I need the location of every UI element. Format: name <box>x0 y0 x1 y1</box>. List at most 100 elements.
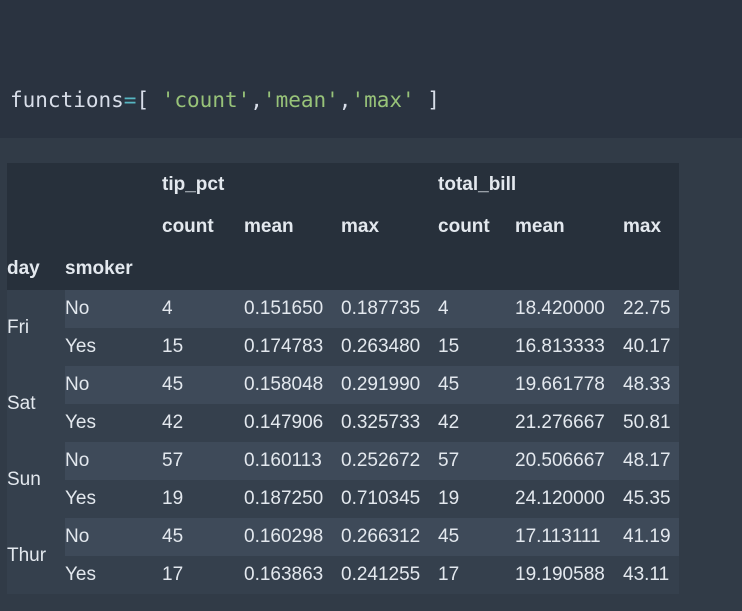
table-cell: 0.710345 <box>334 480 432 518</box>
table-cell: 57 <box>431 442 509 480</box>
table-cell: 19.190588 <box>508 556 617 594</box>
header-blank <box>65 163 160 206</box>
table-cell: 48.33 <box>616 366 680 404</box>
table-cell: 45 <box>160 366 237 404</box>
table-cell: 0.241255 <box>334 556 432 594</box>
code-token: , <box>338 88 352 112</box>
table-cell: 40.17 <box>616 328 680 366</box>
header-group-tip-pct: tip_pct <box>160 163 432 206</box>
table-cell: 57 <box>160 442 237 480</box>
table-cell: 0.151650 <box>237 290 334 328</box>
index-day-cell: Fri <box>7 290 65 366</box>
table-cell: 0.160113 <box>237 442 334 480</box>
table-cell: 0.163863 <box>237 556 334 594</box>
index-name-smoker: smoker <box>65 248 160 290</box>
table-cell: 0.160298 <box>237 518 334 556</box>
index-smoker-cell: Yes <box>65 328 160 366</box>
table-cell: 24.120000 <box>508 480 617 518</box>
table-cell: 16.813333 <box>508 328 617 366</box>
code-token: = <box>123 88 137 112</box>
table-row: Yes 42 0.147906 0.325733 42 21.276667 50.81 <box>7 404 680 442</box>
index-smoker-cell: Yes <box>65 556 160 594</box>
table-cell: 45 <box>431 518 509 556</box>
table-cell: 22.75 <box>616 290 680 328</box>
table-cell: 4 <box>160 290 237 328</box>
table-cell: 45.35 <box>616 480 680 518</box>
table-cell: 15 <box>431 328 509 366</box>
header-blank <box>160 248 237 290</box>
table-cell: 0.263480 <box>334 328 432 366</box>
code-line-1: functions=[ 'count','mean','max' ] <box>10 82 742 118</box>
table-cell: 19.661778 <box>508 366 617 404</box>
header-blank <box>508 248 617 290</box>
table-cell: 50.81 <box>616 404 680 442</box>
code-token: [ <box>136 88 162 112</box>
code-token: , <box>250 88 263 112</box>
table-row: Sat No 45 0.158048 0.291990 45 19.661778 48.33 <box>7 366 680 442</box>
table-cell: 0.174783 <box>237 328 334 366</box>
index-smoker-cell: No <box>65 518 160 556</box>
header-blank <box>237 248 334 290</box>
table-cell: 0.252672 <box>334 442 432 480</box>
table-cell: 0.158048 <box>237 366 334 404</box>
code-token: ] <box>414 88 440 112</box>
table-cell: 45 <box>160 518 237 556</box>
table-cell: 15 <box>160 328 237 366</box>
table-cell: 19 <box>431 480 509 518</box>
header-blank <box>616 248 680 290</box>
table-cell: 18.420000 <box>508 290 617 328</box>
dataframe-body: Fri No 4 0.151650 0.187735 4 18.420000 22.75 Yes… <box>7 290 680 594</box>
code-cell[interactable]: functions=[ 'count','mean','max' ] resul… <box>0 0 742 328</box>
table-row: Fri No 4 0.151650 0.187735 4 18.420000 22.75 <box>7 290 680 366</box>
table-row: Sun No 57 0.160113 0.252672 57 20.506667 48.17 <box>7 442 680 518</box>
table-cell: 17.113111 <box>508 518 617 556</box>
table-cell: 43.11 <box>616 556 680 594</box>
header-blank <box>334 248 432 290</box>
index-smoker-cell: No <box>65 366 160 404</box>
header-group-total-bill: total_bill <box>431 163 680 206</box>
dataframe-output: tip_pct total_bill count mean max count … <box>7 163 680 594</box>
index-day-cell: Thur <box>7 518 65 594</box>
index-name-day: day <box>7 248 65 290</box>
table-cell: 48.17 <box>616 442 680 480</box>
header-row-groups: tip_pct total_bill <box>7 163 680 206</box>
table-cell: 17 <box>431 556 509 594</box>
index-smoker-cell: Yes <box>65 480 160 518</box>
table-cell: 45 <box>431 366 509 404</box>
table-cell: 41.19 <box>616 518 680 556</box>
code-token: 'count' <box>161 88 251 112</box>
table-cell: 0.325733 <box>334 404 432 442</box>
header-tip-pct-mean: mean <box>237 206 334 248</box>
header-row-index-names: day smoker <box>7 248 680 290</box>
header-total-bill-max: max <box>616 206 680 248</box>
index-day-cell: Sat <box>7 366 65 442</box>
table-cell: 4 <box>431 290 509 328</box>
table-cell: 0.266312 <box>334 518 432 556</box>
index-smoker-cell: No <box>65 290 160 328</box>
table-cell: 42 <box>431 404 509 442</box>
header-tip-pct-max: max <box>334 206 432 248</box>
table-cell: 42 <box>160 404 237 442</box>
index-smoker-cell: No <box>65 442 160 480</box>
table-cell: 20.506667 <box>508 442 617 480</box>
table-row: Yes 19 0.187250 0.710345 19 24.120000 45.35 <box>7 480 680 518</box>
code-token: 'mean' <box>262 88 339 112</box>
table-row: Yes 15 0.174783 0.263480 15 16.813333 40.17 <box>7 328 680 366</box>
header-tip-pct-count: count <box>160 206 237 248</box>
code-token: functions <box>10 88 124 112</box>
table-cell: 21.276667 <box>508 404 617 442</box>
output-area: tip_pct total_bill count mean max count … <box>0 138 742 611</box>
dataframe-table: tip_pct total_bill count mean max count … <box>7 163 680 594</box>
header-blank <box>7 163 65 206</box>
header-row-functions: count mean max count mean max <box>7 206 680 248</box>
table-cell: 17 <box>160 556 237 594</box>
header-blank <box>65 206 160 248</box>
header-blank <box>431 248 509 290</box>
table-row: Yes 17 0.163863 0.241255 17 19.190588 43.11 <box>7 556 680 594</box>
table-cell: 19 <box>160 480 237 518</box>
table-cell: 0.187250 <box>237 480 334 518</box>
index-smoker-cell: Yes <box>65 404 160 442</box>
table-cell: 0.291990 <box>334 366 432 404</box>
code-token: 'max' <box>351 88 415 112</box>
index-day-cell: Sun <box>7 442 65 518</box>
